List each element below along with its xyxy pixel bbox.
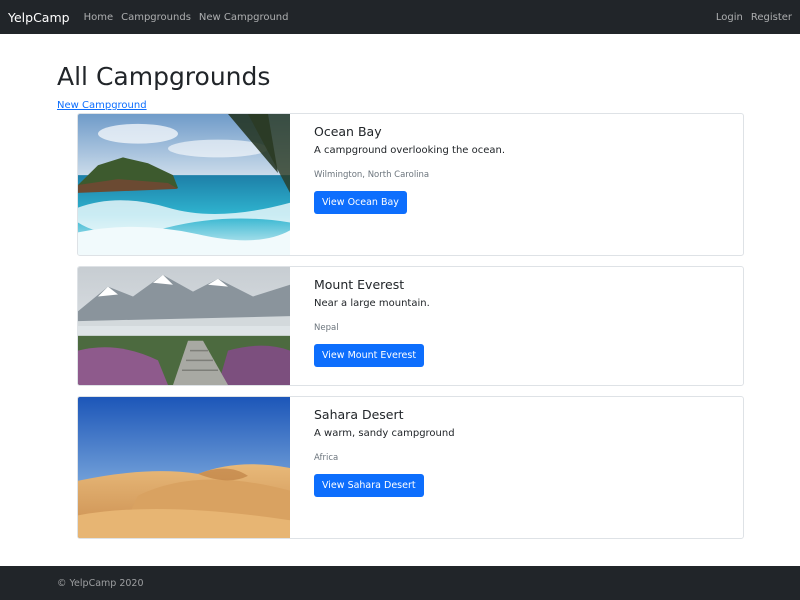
campground-description: A warm, sandy campground bbox=[314, 428, 455, 439]
campground-title: Sahara Desert bbox=[314, 407, 404, 422]
campground-card: Ocean Bay A campground overlooking the o… bbox=[77, 113, 744, 256]
nav-register-link[interactable]: Register bbox=[751, 12, 792, 23]
card-body: Ocean Bay A campground overlooking the o… bbox=[314, 124, 733, 214]
campground-card: Sahara Desert A warm, sandy campground A… bbox=[77, 396, 744, 539]
campground-description: Near a large mountain. bbox=[314, 298, 430, 309]
nav-home-link[interactable]: Home bbox=[84, 12, 114, 23]
ocean-beach-photo bbox=[78, 114, 290, 255]
view-campground-button[interactable]: View Ocean Bay bbox=[314, 191, 407, 214]
brand-link[interactable]: YelpCamp bbox=[8, 10, 70, 25]
campground-location: Africa bbox=[314, 453, 339, 463]
campground-title: Mount Everest bbox=[314, 277, 405, 292]
nav-links: Home Campgrounds New Campground bbox=[84, 12, 289, 23]
campground-title: Ocean Bay bbox=[314, 124, 382, 139]
campground-card: Mount Everest Near a large mountain. Nep… bbox=[77, 266, 744, 386]
desert-dunes-photo bbox=[78, 397, 290, 538]
card-body: Sahara Desert A warm, sandy campground A… bbox=[314, 407, 733, 497]
nav-new-campground-link[interactable]: New Campground bbox=[199, 12, 289, 23]
nav-login-link[interactable]: Login bbox=[716, 12, 743, 23]
page-title: All Campgrounds bbox=[57, 62, 271, 91]
view-campground-button[interactable]: View Mount Everest bbox=[314, 344, 425, 367]
view-campground-button[interactable]: View Sahara Desert bbox=[314, 474, 424, 497]
navbar: YelpCamp Home Campgrounds New Campground… bbox=[0, 0, 800, 34]
campground-description: A campground overlooking the ocean. bbox=[314, 145, 506, 156]
campground-location: Wilmington, North Carolina bbox=[314, 170, 430, 180]
footer-copyright: © YelpCamp 2020 bbox=[57, 577, 144, 589]
campground-location: Nepal bbox=[314, 323, 339, 333]
new-campground-link[interactable]: New Campground bbox=[57, 100, 147, 111]
nav-auth-links: Login Register bbox=[716, 12, 792, 23]
card-body: Mount Everest Near a large mountain. Nep… bbox=[314, 277, 733, 367]
mountain-path-photo bbox=[78, 267, 290, 385]
footer: © YelpCamp 2020 bbox=[0, 566, 800, 600]
nav-campgrounds-link[interactable]: Campgrounds bbox=[121, 12, 191, 23]
